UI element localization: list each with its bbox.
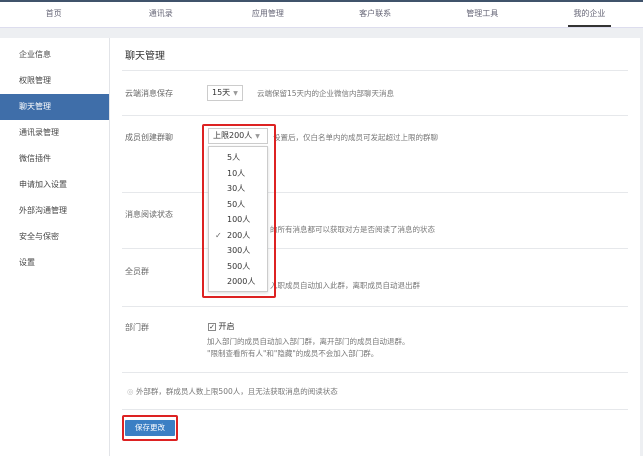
chevron-down-icon: ▼: [233, 90, 238, 97]
sidebar: 企业信息 权限管理 聊天管理 通讯录管理 微信插件 申请加入设置 外部沟通管理 …: [0, 38, 110, 456]
read-label: 消息阅读状态: [125, 210, 173, 219]
divider: [122, 248, 628, 249]
sidebar-item-settings[interactable]: 设置: [0, 250, 109, 276]
tab-my-company[interactable]: 我的企业: [536, 2, 643, 27]
all-desc: 入职成员自动加入此群，离职成员自动退出群: [270, 281, 420, 290]
tab-home[interactable]: 首页: [0, 2, 107, 27]
dept-label: 部门群: [125, 323, 149, 332]
highlight-box: [202, 124, 276, 298]
read-desc: 的所有消息都可以获取对方是否阅读了消息的状态: [270, 225, 435, 234]
sidebar-item-join-settings[interactable]: 申请加入设置: [0, 172, 109, 198]
cloud-value: 15天: [212, 88, 231, 97]
divider: [122, 306, 628, 307]
create-label: 成员创建群聊: [125, 133, 173, 142]
sidebar-item-wechat-plugin[interactable]: 微信插件: [0, 146, 109, 172]
sidebar-item-permissions[interactable]: 权限管理: [0, 68, 109, 94]
cloud-desc: 云端保留15天内的企业微信内部聊天消息: [257, 89, 395, 98]
sidebar-item-security[interactable]: 安全与保密: [0, 224, 109, 250]
tab-contacts[interactable]: 通讯录: [107, 2, 214, 27]
sidebar-item-company-info[interactable]: 企业信息: [0, 42, 109, 68]
checkbox-checked-icon[interactable]: ✓: [208, 322, 216, 331]
info-icon: ◎: [127, 387, 134, 396]
divider: [122, 409, 628, 410]
tab-customers[interactable]: 客户联系: [322, 2, 429, 27]
main-panel: 聊天管理 云端消息保存 15天 ▼ 云端保留15天内的企业微信内部聊天消息 成员创…: [110, 38, 640, 456]
highlight-box: [122, 415, 178, 441]
cloud-label: 云端消息保存: [125, 89, 173, 98]
dept-toggle[interactable]: ✓ 开启: [208, 321, 235, 332]
sidebar-item-contacts-mgmt[interactable]: 通讯录管理: [0, 120, 109, 146]
dept-desc-1: 加入部门的成员自动加入部门群，离开部门的成员自动退群。: [207, 337, 410, 346]
all-label: 全员群: [125, 267, 149, 276]
cloud-select[interactable]: 15天 ▼: [207, 85, 243, 101]
external-note-text: 外部群，群成员人数上限500人，且无法获取消息的阅读状态: [135, 387, 338, 396]
divider: [122, 70, 628, 71]
sidebar-item-chat[interactable]: 聊天管理: [0, 94, 109, 120]
create-desc: 设置后，仅白名单内的成员可发起超过上限的群聊: [273, 133, 438, 142]
dept-desc-2: "限制查看所有人"和"隐藏"的成员不会加入部门群。: [207, 349, 379, 358]
dept-checkbox-label: 开启: [218, 322, 235, 331]
external-note: ◎ 外部群，群成员人数上限500人，且无法获取消息的阅读状态: [127, 386, 338, 397]
sidebar-item-external[interactable]: 外部沟通管理: [0, 198, 109, 224]
tab-apps[interactable]: 应用管理: [214, 2, 321, 27]
tab-tools[interactable]: 管理工具: [429, 2, 536, 27]
top-nav: 首页 通讯录 应用管理 客户联系 管理工具 我的企业: [0, 0, 643, 28]
divider: [122, 192, 628, 193]
divider: [122, 372, 628, 373]
divider: [122, 115, 628, 116]
page-title: 聊天管理: [125, 51, 165, 62]
